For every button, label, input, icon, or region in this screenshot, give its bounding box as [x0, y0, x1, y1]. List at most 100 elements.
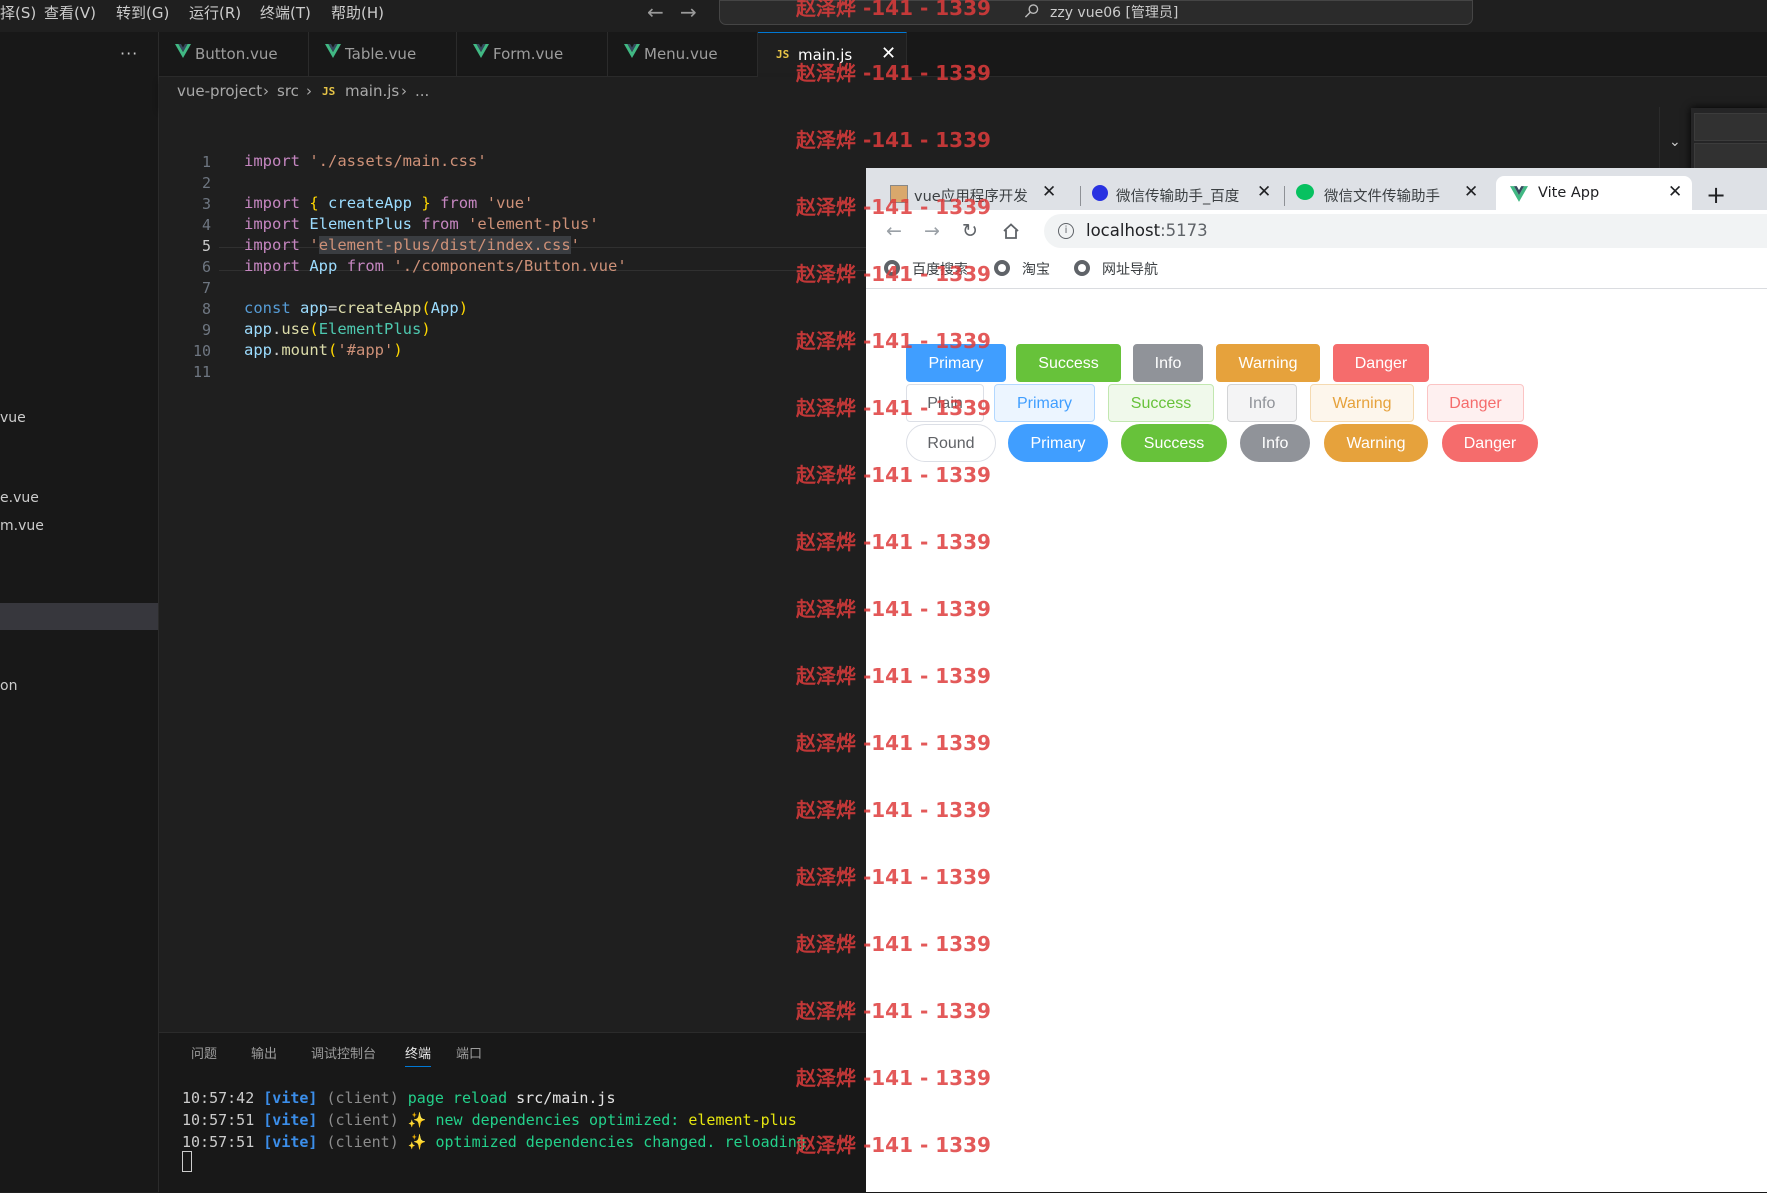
chevron-right-icon: ›	[401, 82, 407, 100]
bookmark-baidu[interactable]: 百度搜索	[912, 259, 968, 279]
close-icon[interactable]: ✕	[1668, 182, 1682, 202]
url-text: localhost:5173	[1086, 221, 1208, 240]
browser-window: vue应用程序开发 ✕ 微信传输助手_百度 ✕ 微信文件传输助手 ✕ Vite …	[866, 168, 1767, 1192]
baidu-icon	[1092, 185, 1108, 201]
panel-tab-debug-console[interactable]: 调试控制台	[311, 1043, 376, 1062]
panel-tab-terminal[interactable]: 终端	[405, 1043, 432, 1067]
info-button[interactable]: Info	[1133, 344, 1203, 382]
menu-run[interactable]: 运行(R)	[189, 2, 241, 23]
close-icon[interactable]: ✕	[1464, 182, 1478, 202]
globe-icon	[994, 260, 1010, 276]
primary-button[interactable]: Primary	[906, 344, 1006, 382]
page-icon	[890, 185, 908, 203]
explorer-file[interactable]: on	[0, 678, 17, 694]
code-line-9: app.use(ElementPlus)	[244, 320, 431, 338]
round-button[interactable]: Round	[906, 424, 996, 462]
close-icon[interactable]: ✕	[1042, 182, 1056, 202]
bookmark-nav[interactable]: 网址导航	[1102, 259, 1158, 279]
reload-icon[interactable]: ↻	[962, 220, 978, 242]
line-number: 9	[201, 321, 211, 339]
line-number: 4	[201, 216, 211, 234]
bookmark-taobao[interactable]: 淘宝	[1022, 259, 1050, 279]
explorer-selected-row[interactable]	[0, 603, 158, 630]
breadcrumb-project[interactable]: vue-project	[177, 82, 262, 100]
browser-tab[interactable]: 微信文件传输助手 ✕	[1288, 176, 1488, 210]
new-tab-button[interactable]: +	[1706, 181, 1726, 209]
browser-tab-label: 微信传输助手_百度	[1116, 189, 1240, 205]
menu-help[interactable]: 帮助(H)	[331, 2, 384, 23]
plain-success-button[interactable]: Success	[1108, 384, 1214, 422]
line-number: 2	[201, 174, 211, 192]
browser-tab-label: Vite App	[1538, 185, 1600, 201]
address-bar[interactable]: i localhost:5173	[1044, 214, 1767, 248]
find-widget: ⌄	[1669, 108, 1767, 172]
js-icon: JS	[776, 48, 790, 61]
explorer-sidebar: ··· vue e.vue m.vue on	[0, 32, 159, 1192]
breadcrumb-symbol[interactable]: ...	[415, 82, 429, 100]
plain-info-button[interactable]: Info	[1227, 384, 1297, 422]
breadcrumb-file[interactable]: main.js	[345, 82, 399, 100]
plain-warning-button[interactable]: Warning	[1310, 384, 1414, 422]
back-arrow-icon[interactable]: ←	[886, 220, 902, 242]
menu-selection[interactable]: 择(S)	[0, 2, 36, 23]
browser-tab[interactable]: 微信传输助手_百度 ✕	[1084, 176, 1280, 210]
replace-input[interactable]	[1694, 143, 1767, 171]
tab-table-vue[interactable]: Table.vue	[309, 32, 457, 76]
line-number: 7	[201, 279, 211, 297]
search-icon	[1024, 4, 1039, 18]
code-line-10: app.mount('#app')	[244, 341, 403, 359]
tab-main-js[interactable]: JS main.js ✕	[758, 32, 907, 77]
line-number: 8	[201, 300, 211, 318]
command-center[interactable]: zzy vue06 [管理员]	[719, 0, 1473, 25]
globe-icon	[884, 260, 900, 276]
menu-go[interactable]: 转到(G)	[116, 2, 169, 23]
js-icon: JS	[322, 85, 336, 98]
menu-view[interactable]: 查看(V)	[44, 2, 96, 23]
line-number: 11	[192, 363, 211, 381]
tab-form-vue[interactable]: Form.vue	[457, 32, 608, 76]
round-info-button[interactable]: Info	[1240, 424, 1310, 462]
find-input[interactable]	[1694, 113, 1767, 141]
warning-button[interactable]: Warning	[1216, 344, 1320, 382]
more-actions-icon[interactable]: ···	[120, 44, 138, 63]
explorer-file[interactable]: vue	[0, 410, 26, 426]
tab-menu-vue[interactable]: Menu.vue	[608, 32, 758, 76]
code-line-1: import './assets/main.css'	[244, 152, 487, 170]
home-icon[interactable]	[1002, 222, 1020, 240]
success-button[interactable]: Success	[1016, 344, 1121, 382]
wechat-icon	[1296, 184, 1314, 200]
command-center-label: zzy vue06 [管理员]	[1050, 5, 1179, 21]
round-primary-button[interactable]: Primary	[1008, 424, 1108, 462]
line-number: 10	[192, 342, 211, 360]
back-arrow-icon[interactable]: ←	[647, 0, 664, 24]
terminal-line: 10:57:51 [vite] (client) ✨ optimized dep…	[182, 1133, 806, 1151]
browser-tab-bar: vue应用程序开发 ✕ 微信传输助手_百度 ✕ 微信文件传输助手 ✕ Vite …	[866, 168, 1767, 210]
terminal-line: 10:57:51 [vite] (client) ✨ new dependenc…	[182, 1111, 797, 1129]
chevron-down-icon[interactable]: ⌄	[1669, 134, 1681, 150]
tab-button-vue[interactable]: Button.vue	[159, 32, 309, 76]
panel-tab-problems[interactable]: 问题	[191, 1043, 217, 1062]
menu-terminal[interactable]: 终端(T)	[260, 2, 311, 23]
round-success-button[interactable]: Success	[1121, 424, 1227, 462]
round-danger-button[interactable]: Danger	[1442, 424, 1538, 462]
plain-danger-button[interactable]: Danger	[1427, 384, 1524, 422]
browser-tab[interactable]: vue应用程序开发 ✕	[882, 176, 1064, 210]
plain-button[interactable]: Plain	[906, 384, 984, 422]
chevron-right-icon: ›	[306, 82, 312, 100]
panel-tab-output[interactable]: 输出	[251, 1043, 277, 1062]
explorer-file[interactable]: e.vue	[0, 490, 39, 506]
info-icon[interactable]: i	[1058, 223, 1074, 239]
breadcrumb-folder[interactable]: src	[277, 82, 299, 100]
close-icon[interactable]: ✕	[881, 43, 896, 64]
explorer-file[interactable]: m.vue	[0, 518, 44, 534]
forward-arrow-icon[interactable]: →	[924, 220, 940, 242]
danger-button[interactable]: Danger	[1333, 344, 1429, 382]
panel-tab-ports[interactable]: 端口	[456, 1043, 482, 1062]
browser-tab-active[interactable]: Vite App ✕	[1496, 176, 1692, 210]
plain-primary-button[interactable]: Primary	[994, 384, 1095, 422]
close-icon[interactable]: ✕	[1257, 182, 1271, 202]
forward-arrow-icon[interactable]: →	[680, 0, 697, 24]
tab-separator	[1284, 186, 1285, 206]
round-warning-button[interactable]: Warning	[1324, 424, 1428, 462]
line-number-current: 5	[201, 237, 211, 255]
